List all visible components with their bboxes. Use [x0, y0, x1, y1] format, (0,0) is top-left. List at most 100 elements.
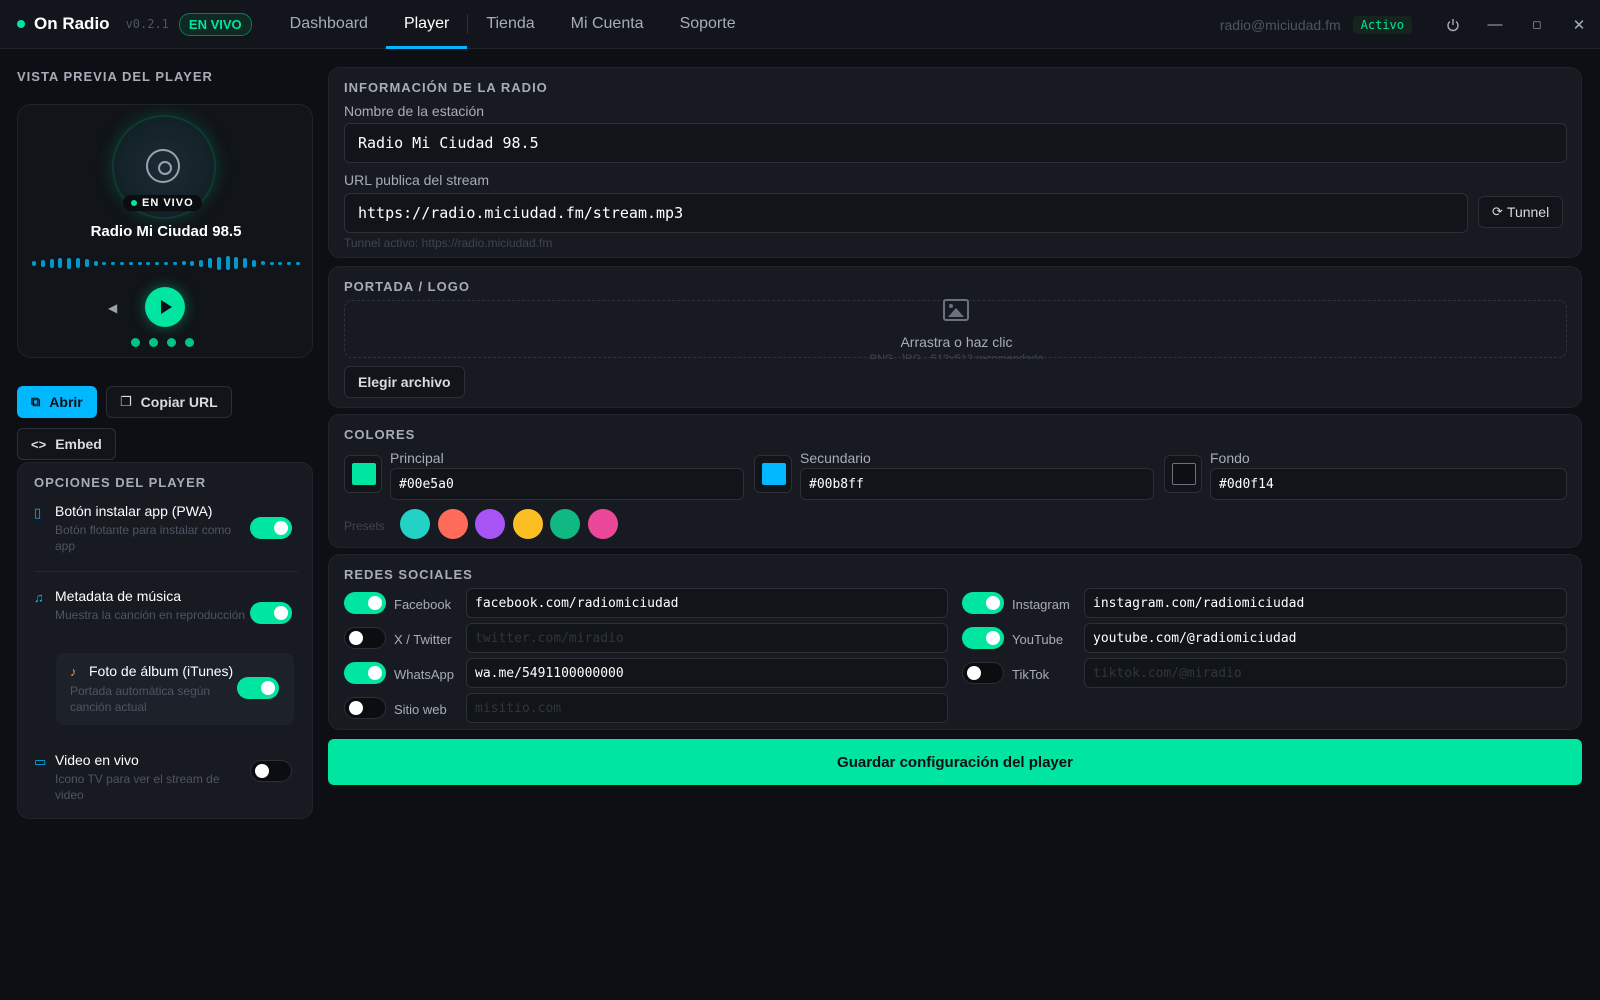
copy-url-label: Copiar URL	[140, 394, 218, 410]
maximize-button[interactable]: ◻	[1516, 0, 1558, 49]
copy-url-button[interactable]: ❐ Copiar URL	[106, 386, 232, 418]
toggle-whatsapp[interactable]	[344, 662, 386, 684]
color-preset[interactable]	[587, 509, 618, 539]
app-name: On Radio	[34, 14, 110, 33]
external-link-icon: ⧉	[31, 394, 41, 409]
youtube-label: YouTube	[1012, 632, 1064, 647]
preview-live-label: EN VIVO	[142, 197, 194, 209]
option-album-desc: Portada automática según canción actual	[70, 684, 211, 714]
toggle-facebook[interactable]	[344, 592, 386, 614]
radio-info-card: INFORMACIÓN DE LA RADIO Nombre de la est…	[328, 67, 1582, 258]
preview-social-dots	[131, 338, 203, 347]
status-dot-icon	[17, 20, 25, 28]
music-note-icon: ♪	[70, 664, 77, 679]
radio-info-title: INFORMACIÓN DE LA RADIO	[344, 80, 548, 95]
color-preset[interactable]	[437, 509, 468, 539]
preview-section-title: VISTA PREVIA DEL PLAYER	[17, 69, 213, 84]
choose-file-button[interactable]: Elegir archivo	[344, 366, 465, 398]
option-video-desc: Icono TV para ver el stream de video	[55, 772, 220, 802]
minimize-button[interactable]: —	[1474, 0, 1516, 49]
primary-color-input[interactable]: #00e5a0	[390, 468, 744, 500]
whatsapp-input[interactable]: wa.me/5491100000000	[466, 658, 948, 688]
logo-dropzone[interactable]: Arrastra o haz clic PNG, JPG · 512x512 r…	[344, 299, 1567, 359]
live-dot-icon	[131, 200, 137, 206]
embed-label: Embed	[55, 436, 102, 452]
facebook-label: Facebook	[394, 597, 452, 612]
dropzone-text: Arrastra o haz clic	[900, 334, 1013, 350]
twitter-label: X / Twitter	[394, 632, 452, 647]
station-name-input[interactable]: Radio Mi Ciudad 98.5	[344, 123, 1567, 163]
website-input[interactable]: misitio.com	[466, 693, 948, 723]
user-email: radio@miciudad.fm	[1219, 16, 1341, 33]
whatsapp-label: WhatsApp	[394, 667, 454, 682]
tab-mi-cuenta[interactable]: Mi Cuenta	[553, 0, 662, 49]
toggle-youtube[interactable]	[962, 627, 1004, 649]
toggle-instagram[interactable]	[962, 592, 1004, 614]
color-preset[interactable]	[475, 509, 505, 539]
close-icon: ✕	[1572, 16, 1586, 34]
tunnel-label: Tunnel	[1506, 204, 1550, 220]
toggle-album-art[interactable]	[237, 677, 279, 699]
secondary-color-label: Secundario	[800, 450, 871, 466]
tunnel-hint: Tunnel activo: https://radio.miciudad.fm	[344, 236, 553, 250]
power-icon	[1447, 18, 1459, 31]
tab-tienda[interactable]: Tienda	[468, 0, 552, 49]
twitter-input[interactable]: twitter.com/miradio	[466, 623, 948, 653]
embed-button[interactable]: <> Embed	[17, 428, 116, 460]
background-color-label: Fondo	[1210, 450, 1250, 466]
main-nav: Dashboard Player Tienda Mi Cuenta Soport…	[272, 0, 754, 49]
code-icon: <>	[31, 436, 47, 452]
youtube-input[interactable]: youtube.com/@radiomiciudad	[1084, 623, 1567, 653]
play-button[interactable]	[145, 287, 185, 327]
refresh-icon: ⟳	[1492, 204, 1503, 219]
player-options: OPCIONES DEL PLAYER ▯ Botón instalar app…	[17, 462, 313, 819]
toggle-twitter[interactable]	[344, 627, 386, 649]
secondary-color-swatch[interactable]	[754, 455, 792, 493]
volume-icon[interactable]: ◀	[108, 301, 117, 315]
color-preset[interactable]	[400, 509, 430, 539]
stream-url-label: URL publica del stream	[344, 172, 489, 188]
option-pwa-desc: Botón flotante para instalar como app	[55, 523, 232, 553]
option-divider	[34, 571, 298, 572]
option-music-metadata: ♫ Metadata de música Muestra la canción …	[34, 588, 298, 638]
music-note-icon: ♫	[34, 590, 44, 605]
toggle-live-video[interactable]	[250, 760, 292, 782]
background-color-input[interactable]: #0d0f14	[1210, 468, 1567, 500]
open-button[interactable]: ⧉ Abrir	[17, 386, 97, 418]
tab-soporte[interactable]: Soporte	[662, 0, 754, 49]
toggle-website[interactable]	[344, 697, 386, 719]
dropzone-hint: PNG, JPG · 512x512 recomendado	[869, 353, 1044, 359]
copy-icon: ❐	[120, 394, 132, 409]
tunnel-button[interactable]: ⟳ Tunnel	[1478, 196, 1564, 228]
tab-player[interactable]: Player	[385, 0, 468, 49]
app-version: v0.2.1	[125, 17, 169, 31]
power-button[interactable]	[1432, 0, 1474, 49]
logo-card: PORTADA / LOGO Arrastra o haz clic PNG, …	[328, 266, 1582, 408]
stream-url-input[interactable]: https://radio.miciudad.fm/stream.mp3	[344, 193, 1468, 233]
social-card: REDES SOCIALES Facebook facebook.com/rad…	[328, 554, 1582, 730]
background-color-swatch[interactable]	[1164, 455, 1202, 493]
station-name-label: Nombre de la estación	[344, 103, 485, 119]
disc-icon	[146, 149, 180, 183]
toggle-tiktok[interactable]	[962, 662, 1004, 684]
option-pwa-name: Botón instalar app (PWA)	[55, 503, 213, 519]
close-button[interactable]: ✕	[1558, 0, 1600, 49]
tiktok-input[interactable]: tiktok.com/@miradio	[1084, 658, 1567, 688]
top-bar: On Radio v0.2.1 EN VIVO Dashboard Player…	[0, 0, 1600, 49]
preview-station-name: Radio Mi Ciudad 98.5	[90, 223, 242, 240]
player-preview: EN VIVO Radio Mi Ciudad 98.5 ◀	[17, 104, 313, 358]
toggle-pwa[interactable]	[250, 517, 292, 539]
secondary-color-input[interactable]: #00b8ff	[800, 468, 1154, 500]
tab-dashboard[interactable]: Dashboard	[272, 0, 386, 49]
facebook-input[interactable]: facebook.com/radiomiciudad	[466, 588, 948, 618]
primary-color-swatch[interactable]	[344, 455, 382, 493]
toggle-metadata[interactable]	[250, 602, 292, 624]
option-album-art: ♪ Foto de álbum (iTunes) Portada automát…	[56, 653, 294, 725]
color-preset[interactable]	[550, 509, 580, 539]
colors-title: COLORES	[344, 427, 416, 442]
color-preset[interactable]	[512, 509, 543, 539]
website-label: Sitio web	[394, 702, 447, 717]
option-metadata-desc: Muestra la canción en reproducción	[55, 608, 246, 622]
instagram-input[interactable]: instagram.com/radiomiciudad	[1084, 588, 1567, 618]
save-button[interactable]: Guardar configuración del player	[328, 739, 1582, 785]
